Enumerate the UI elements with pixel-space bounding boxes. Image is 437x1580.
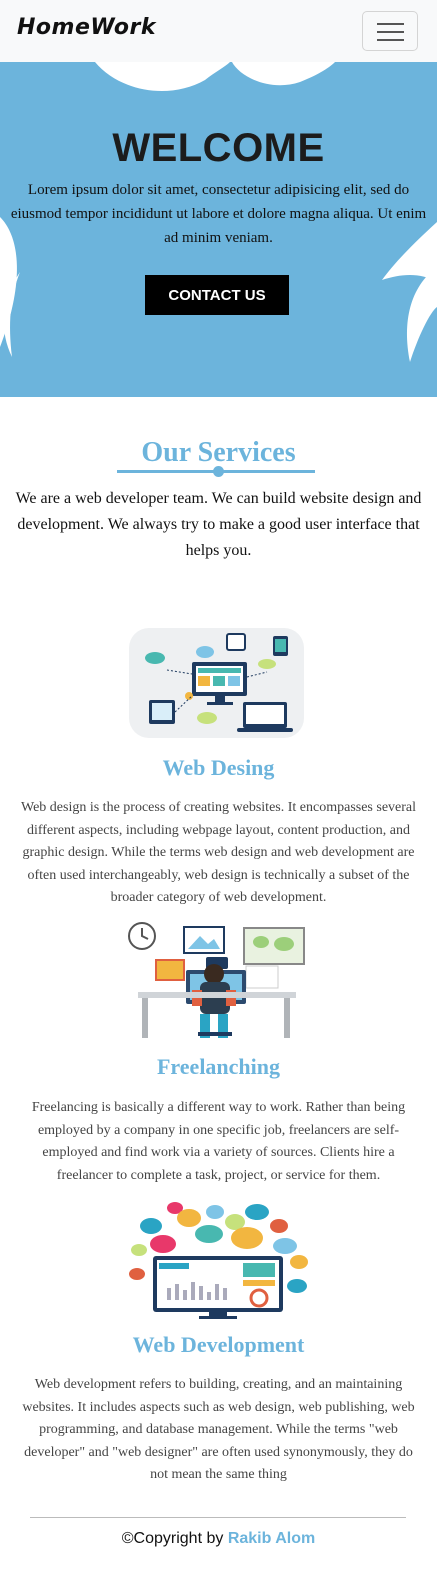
web-design-illustration — [129, 628, 304, 738]
hamburger-menu-icon[interactable] — [362, 11, 418, 51]
service-description-web-development: Web development refers to building, crea… — [22, 1377, 415, 1482]
hero-title: WELCOME — [112, 126, 325, 170]
copyright-text: ©Copyright by — [121, 1530, 228, 1547]
contact-us-button[interactable]: CONTACT US — [145, 275, 289, 315]
service-title-web-development: Web Development — [132, 1332, 305, 1357]
title-underline-dot — [213, 466, 224, 477]
hero-text: Lorem ipsum dolor sit amet, consectetur … — [10, 182, 427, 246]
service-description-web-design: Web design is the process of creating we… — [20, 800, 417, 905]
service-title-freelancing: Freelanching — [156, 1054, 281, 1079]
author-link[interactable]: Rakib Alom — [228, 1530, 315, 1547]
freelancing-illustration — [128, 922, 305, 1038]
services-intro: We are a web developer team. We can buil… — [15, 490, 422, 559]
footer-divider — [30, 1517, 406, 1518]
web-development-illustration — [129, 1202, 308, 1319]
services-title: Our Services — [141, 437, 296, 468]
service-title-web-design: Web Desing — [162, 755, 275, 780]
footer-copyright: ©Copyright by Rakib Alom — [0, 1530, 437, 1548]
navbar: HomeWork — [0, 0, 437, 62]
hero-section: WELCOME Lorem ipsum dolor sit amet, cons… — [0, 62, 437, 397]
brand-logo[interactable]: HomeWork — [17, 15, 156, 40]
service-description-freelancing: Freelancing is basically a different way… — [31, 1100, 406, 1183]
